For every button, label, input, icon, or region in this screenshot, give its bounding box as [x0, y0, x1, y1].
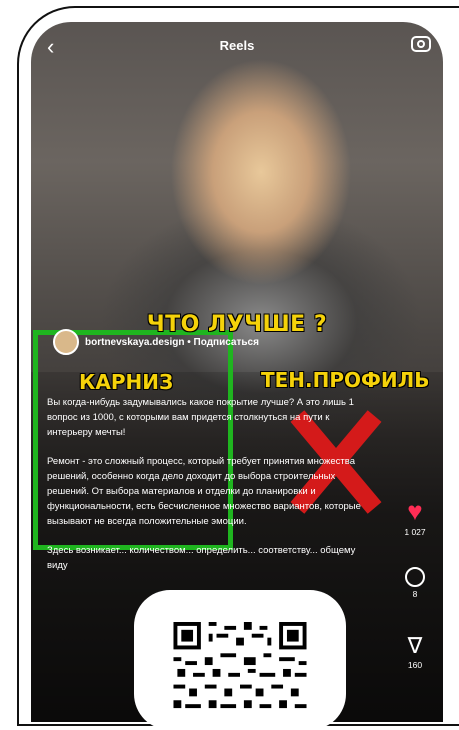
account-row[interactable]: bortnevskaya.design • Подписаться — [53, 329, 259, 355]
qr-code — [173, 622, 307, 712]
label-profile: ТЕН.ПРОФИЛЬ — [261, 368, 430, 392]
qr-card — [134, 590, 346, 730]
comment-icon — [405, 567, 425, 587]
account-name[interactable]: bortnevskaya.design • Подписаться — [85, 337, 259, 348]
caption-paragraph: Здесь возникает... количеством... опреде… — [47, 545, 356, 571]
heart-icon: ♥ — [407, 496, 423, 526]
caption-paragraph: Ремонт - это сложный процесс, который тр… — [47, 456, 361, 527]
avatar[interactable] — [53, 329, 79, 355]
top-bar: ‹ Reels — [31, 32, 443, 62]
comment-count: 8 — [412, 589, 418, 599]
like-button[interactable]: ♥ 1 027 — [397, 497, 433, 537]
page-title: Reels — [219, 38, 255, 53]
send-icon: ∇ — [407, 633, 423, 658]
caption-paragraph: Вы когда-нибудь задумывались какое покры… — [47, 397, 354, 438]
post-caption[interactable]: Вы когда-нибудь задумывались какое покры… — [47, 395, 377, 587]
like-count: 1 027 — [404, 527, 426, 537]
camera-icon[interactable] — [411, 36, 431, 52]
comment-button[interactable]: 8 — [397, 567, 433, 599]
share-count: 160 — [407, 660, 423, 670]
share-button[interactable]: ∇ 160 — [397, 633, 433, 671]
label-karniz: КАРНИЗ — [79, 370, 174, 394]
